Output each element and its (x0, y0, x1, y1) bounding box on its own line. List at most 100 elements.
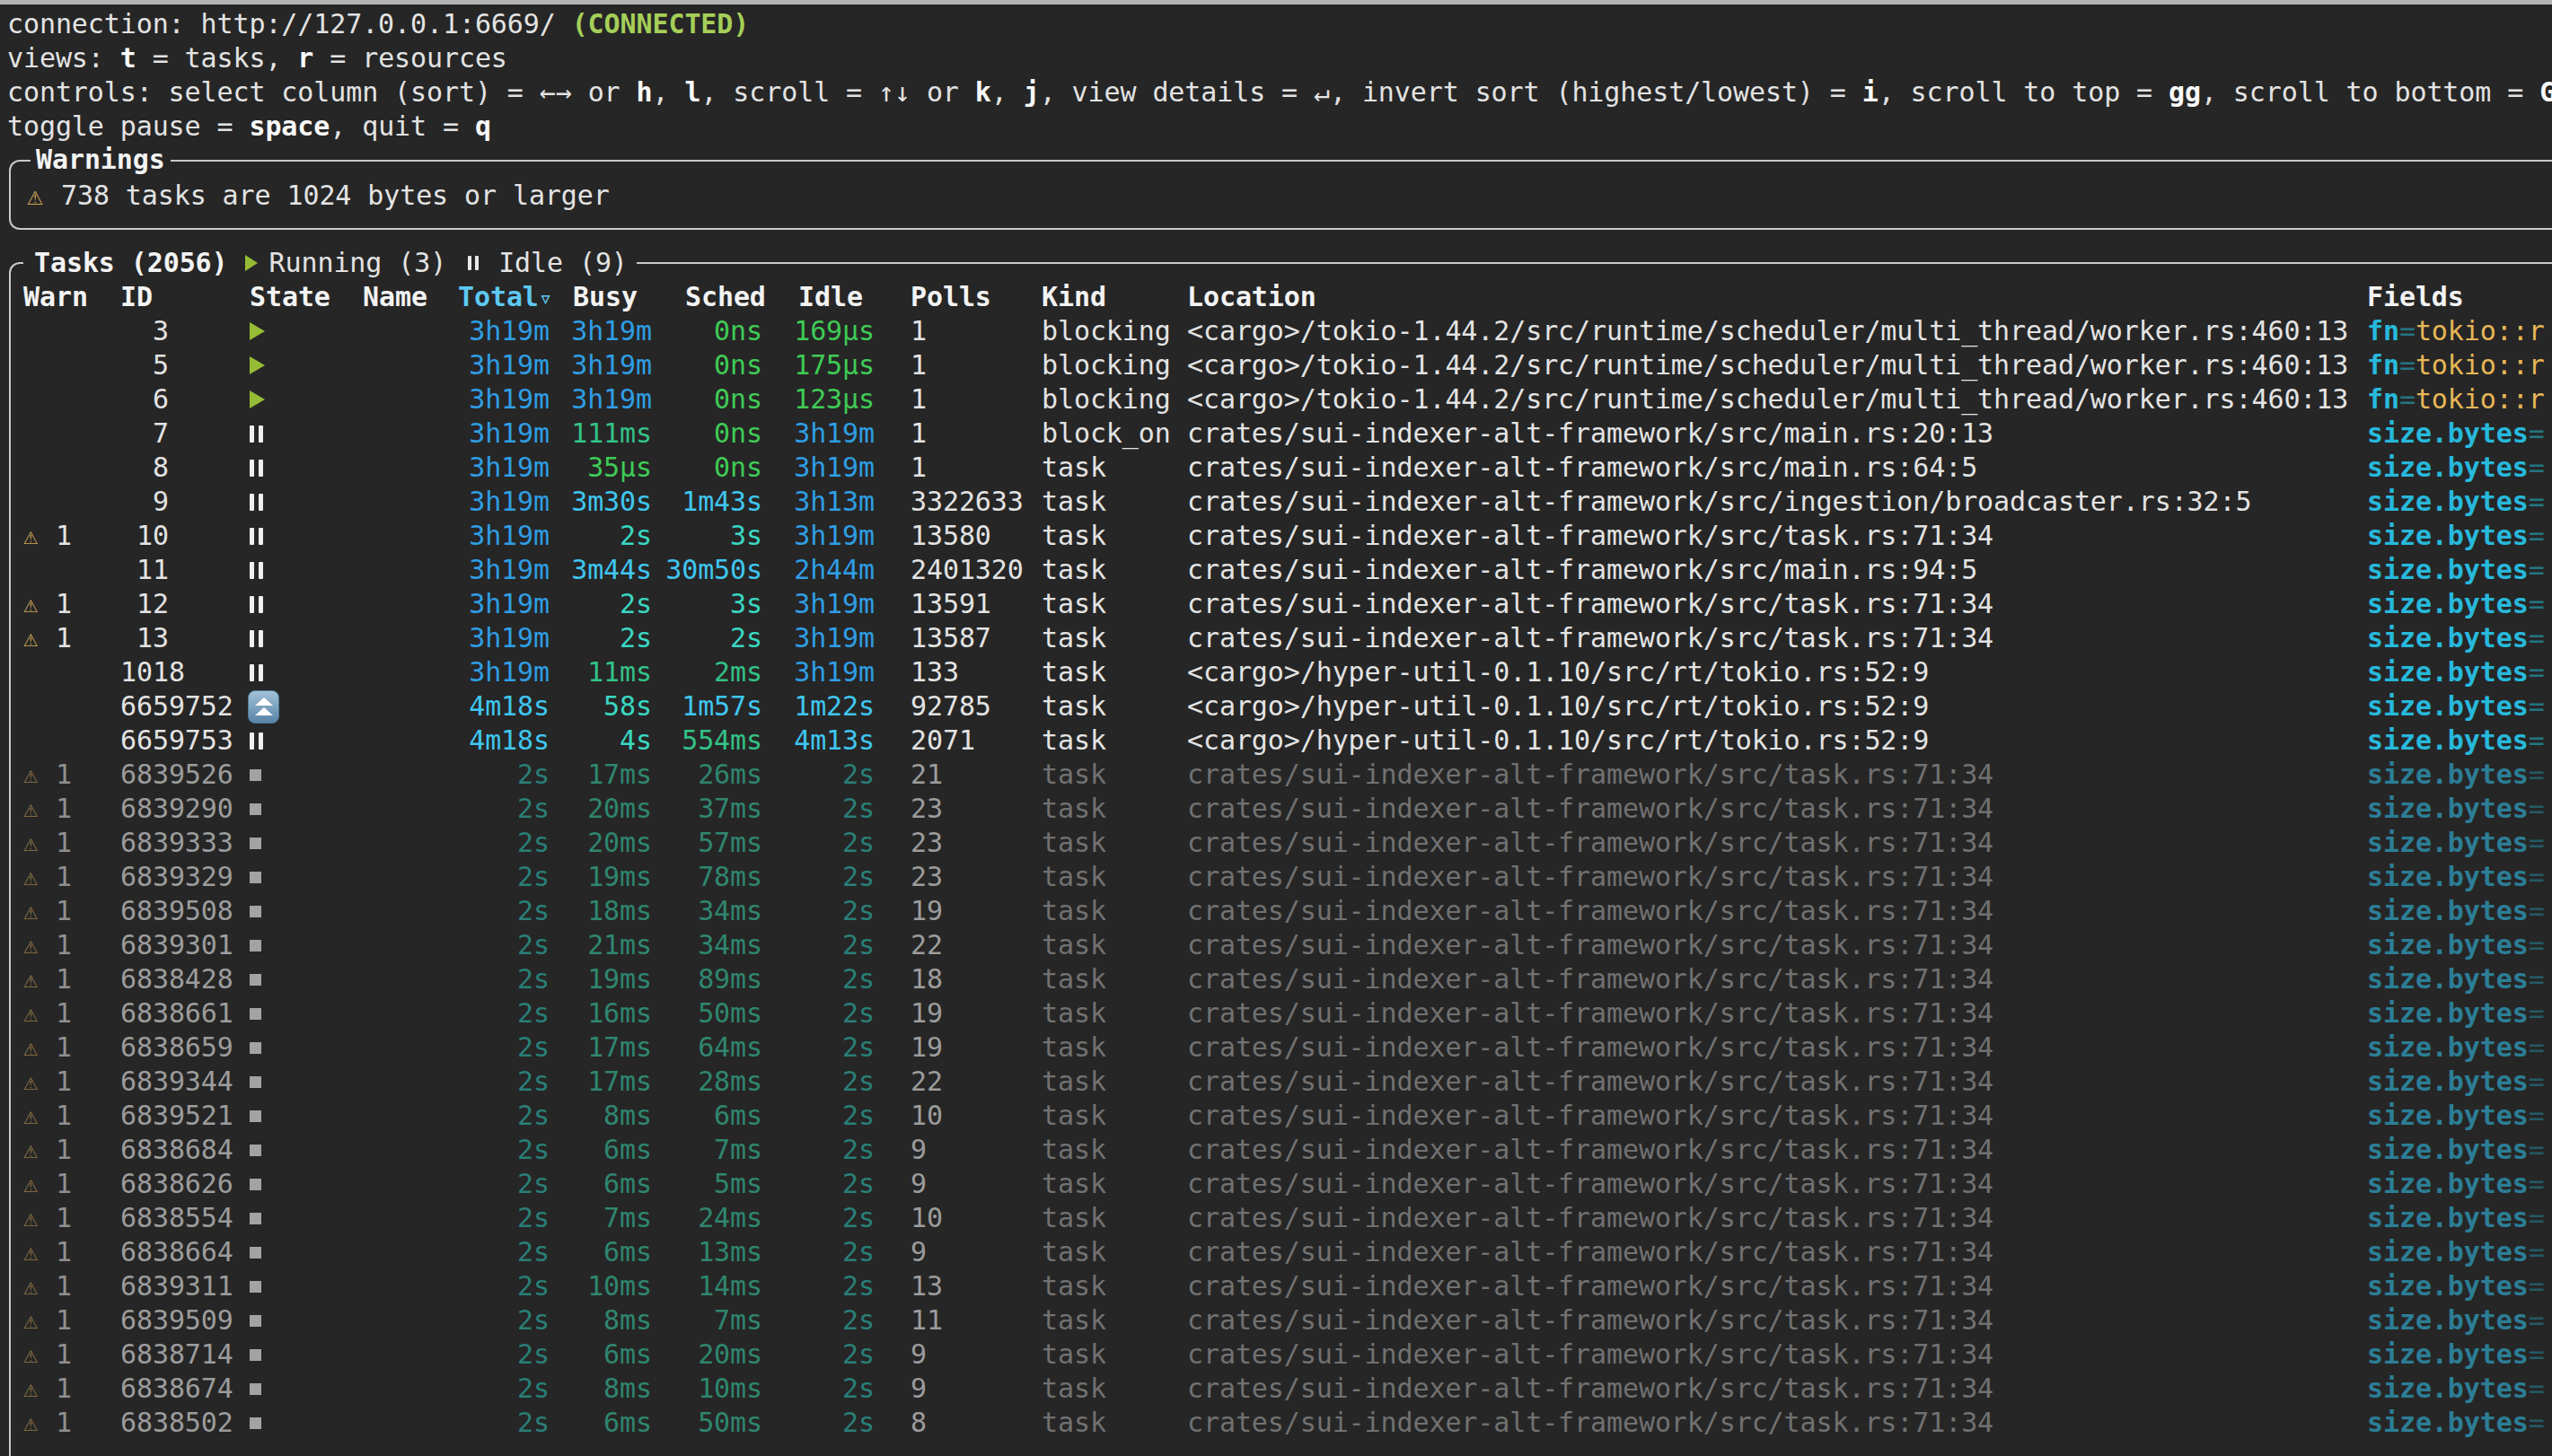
cell-kind: task (1042, 928, 1106, 962)
cell-location: crates/sui-indexer-alt-framework/src/tas… (1187, 826, 1993, 860)
column-header-idle[interactable]: Idle (798, 280, 863, 314)
cell-busy: 3h19m (535, 382, 652, 417)
cell-busy: 35µs (535, 451, 652, 485)
field-equals: = (2529, 997, 2545, 1029)
cell-polls: 13 (911, 1269, 943, 1303)
task-row[interactable]: ⚠168393332s20ms57ms2s23taskcrates/sui-in… (0, 826, 2552, 860)
state-completed-icon (250, 1031, 261, 1065)
column-header-label: Warn (23, 281, 88, 312)
cell-kind: task (1042, 1133, 1106, 1167)
column-header-polls[interactable]: Polls (911, 280, 991, 314)
cell-total: 2s (433, 826, 550, 860)
cell-location: crates/sui-indexer-alt-framework/src/tas… (1187, 621, 1993, 655)
task-row[interactable]: ⚠168386642s6ms13ms2s9taskcrates/sui-inde… (0, 1235, 2552, 1269)
cell-warn-count: 1 (56, 1065, 72, 1099)
task-row[interactable]: ⚠168384282s19ms89ms2s18taskcrates/sui-in… (0, 962, 2552, 996)
state-completed-icon (250, 826, 261, 860)
task-row[interactable]: 53h19m3h19m0ns175µs1blocking<cargo>/toki… (0, 348, 2552, 382)
column-header-fields[interactable]: Fields (2367, 280, 2464, 314)
task-row[interactable]: ⚠168385022s6ms50ms2s8taskcrates/sui-inde… (0, 1406, 2552, 1440)
cell-location: crates/sui-indexer-alt-framework/src/mai… (1187, 417, 1993, 451)
task-row[interactable]: ⚠168386262s6ms5ms2s9taskcrates/sui-index… (0, 1167, 2552, 1201)
task-row[interactable]: ⚠1123h19m2s3s3h19m13591taskcrates/sui-in… (0, 587, 2552, 621)
cell-total: 3h19m (433, 451, 550, 485)
cell-busy: 6ms (535, 1406, 652, 1440)
cell-sched: 1m57s (646, 689, 762, 724)
cell-task-id: 3 (120, 314, 169, 348)
cell-warn-count: 1 (56, 1406, 72, 1440)
task-row[interactable]: 10183h19m11ms2ms3h19m133task<cargo>/hype… (0, 655, 2552, 689)
task-row[interactable]: ⚠1103h19m2s3s3h19m13580taskcrates/sui-in… (0, 519, 2552, 553)
warning-icon: ⚠ (23, 962, 38, 996)
cell-kind: task (1042, 894, 1106, 928)
cell-polls: 11 (911, 1303, 943, 1338)
column-header-busy[interactable]: Busy (573, 280, 638, 314)
field-key: size.bytes (2367, 1066, 2529, 1097)
cell-location: crates/sui-indexer-alt-framework/src/tas… (1187, 519, 1993, 553)
task-row[interactable]: ⚠168386612s16ms50ms2s19taskcrates/sui-in… (0, 996, 2552, 1031)
cell-kind: task (1042, 1065, 1106, 1099)
cell-fields: size.bytes= (2367, 1167, 2545, 1201)
task-row[interactable]: ⚠168395212s8ms6ms2s10taskcrates/sui-inde… (0, 1099, 2552, 1133)
cell-busy: 2s (535, 519, 652, 553)
cell-polls: 23 (911, 826, 943, 860)
warning-icon: ⚠ (23, 792, 38, 826)
cell-location: crates/sui-indexer-alt-framework/src/tas… (1187, 1338, 1993, 1372)
key-label: gg (2169, 76, 2201, 108)
cell-fields: size.bytes= (2367, 1099, 2545, 1133)
task-row[interactable]: ⚠168393292s19ms78ms2s23taskcrates/sui-in… (0, 860, 2552, 894)
task-row[interactable]: ⚠168392902s20ms37ms2s23taskcrates/sui-in… (0, 792, 2552, 826)
field-equals: = (2529, 417, 2545, 449)
column-header-sched[interactable]: Sched (685, 280, 766, 314)
cell-sched: 6ms (646, 1099, 762, 1133)
task-row[interactable]: 113h19m3m44s30m50s2h44m2401320taskcrates… (0, 553, 2552, 587)
cell-polls: 1 (911, 451, 927, 485)
cell-warn-count: 1 (56, 758, 72, 792)
key-label: G (2539, 76, 2552, 108)
task-row[interactable]: ⚠168395262s17ms26ms2s21taskcrates/sui-in… (0, 758, 2552, 792)
field-key: size.bytes (2367, 1100, 2529, 1131)
column-header-total[interactable]: Total▿ (458, 280, 552, 314)
help-line-connection: connection: http://127.0.0.1:6669/ (CONN… (7, 7, 749, 41)
cell-kind: task (1042, 1099, 1106, 1133)
cell-polls: 9 (911, 1167, 927, 1201)
task-row[interactable]: ⚠168386742s8ms10ms2s9taskcrates/sui-inde… (0, 1372, 2552, 1406)
column-header-warn[interactable]: Warn (23, 280, 88, 314)
field-key: size.bytes (2367, 827, 2529, 858)
column-header-name[interactable]: Name (363, 280, 427, 314)
task-row[interactable]: ⚠168386842s6ms7ms2s9taskcrates/sui-index… (0, 1133, 2552, 1167)
task-row[interactable]: ⚠168393012s21ms34ms2s22taskcrates/sui-in… (0, 928, 2552, 962)
field-key: size.bytes (2367, 895, 2529, 926)
cell-task-id: 6838674 (120, 1372, 169, 1406)
task-row[interactable]: 83h19m35µs0ns3h19m1taskcrates/sui-indexe… (0, 451, 2552, 485)
cell-location: crates/sui-indexer-alt-framework/src/tas… (1187, 587, 1993, 621)
field-key: size.bytes (2367, 1338, 2529, 1370)
task-row[interactable]: 93h19m3m30s1m43s3h13m3322633taskcrates/s… (0, 485, 2552, 519)
column-header-kind[interactable]: Kind (1042, 280, 1106, 314)
task-row[interactable]: 73h19m111ms0ns3h19m1block_oncrates/sui-i… (0, 417, 2552, 451)
task-row[interactable]: 33h19m3h19m0ns169µs1blocking<cargo>/toki… (0, 314, 2552, 348)
cell-busy: 10ms (535, 1269, 652, 1303)
task-row[interactable]: ⚠168395092s8ms7ms2s11taskcrates/sui-inde… (0, 1303, 2552, 1338)
task-row[interactable]: ⚠1133h19m2s2s3h19m13587taskcrates/sui-in… (0, 621, 2552, 655)
task-row[interactable]: ⚠168393112s10ms14ms2s13taskcrates/sui-in… (0, 1269, 2552, 1303)
column-header-location[interactable]: Location (1187, 280, 1316, 314)
task-row[interactable]: ⚠168387142s6ms20ms2s9taskcrates/sui-inde… (0, 1338, 2552, 1372)
cell-warn-count: 1 (56, 1269, 72, 1303)
task-row[interactable]: 63h19m3h19m0ns123µs1blocking<cargo>/toki… (0, 382, 2552, 417)
cell-warn-count: 1 (56, 1201, 72, 1235)
task-row[interactable]: ⚠168395082s18ms34ms2s19taskcrates/sui-in… (0, 894, 2552, 928)
cell-warn-count: 1 (56, 792, 72, 826)
field-key: size.bytes (2367, 417, 2529, 449)
task-row[interactable]: ⚠168385542s7ms24ms2s10taskcrates/sui-ind… (0, 1201, 2552, 1235)
cell-total: 4m18s (433, 689, 550, 724)
column-header-state[interactable]: State (250, 280, 330, 314)
task-row[interactable]: ⚠168386592s17ms64ms2s19taskcrates/sui-in… (0, 1031, 2552, 1065)
cell-polls: 13587 (911, 621, 991, 655)
task-row[interactable]: 66597534m18s4s554ms4m13s2071task<cargo>/… (0, 724, 2552, 758)
column-header-id[interactable]: ID (120, 280, 153, 314)
cell-busy: 3h19m (535, 348, 652, 382)
task-row[interactable]: 66597524m18s58s1m57s1m22s92785task<cargo… (0, 689, 2552, 724)
cell-idle: 2s (758, 1065, 875, 1099)
task-row[interactable]: ⚠168393442s17ms28ms2s22taskcrates/sui-in… (0, 1065, 2552, 1099)
